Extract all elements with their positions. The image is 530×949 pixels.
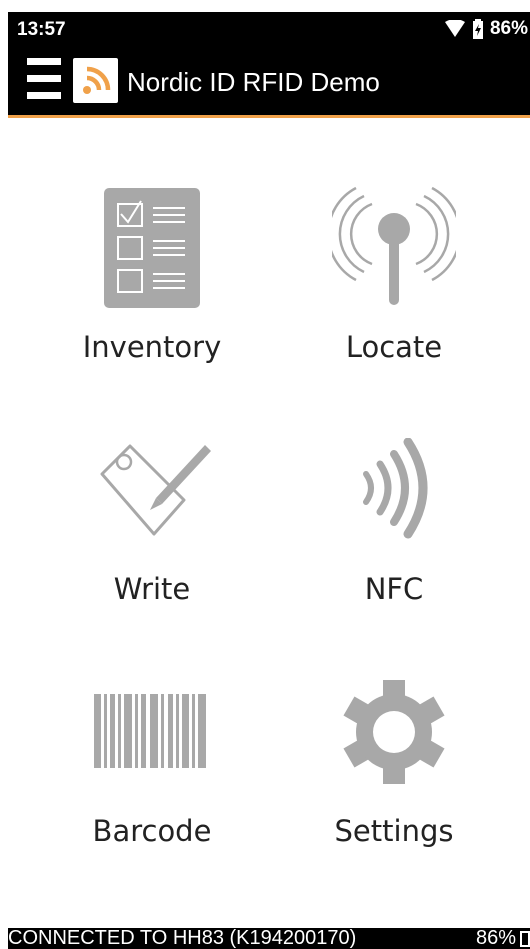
inventory-label: Inventory (82, 330, 222, 364)
app-bar-accent-line (8, 115, 530, 118)
nfc-button[interactable]: NFC (284, 412, 504, 632)
app-logo-icon (73, 58, 118, 103)
status-time: 13:57 (17, 19, 66, 40)
nfc-label: NFC (364, 572, 424, 606)
checklist-icon (104, 188, 200, 308)
write-label: Write (113, 572, 191, 606)
write-button[interactable]: Write (42, 412, 262, 632)
barcode-icon (94, 694, 206, 768)
nfc-icon (363, 438, 428, 539)
connection-status-text: CONNECTED TO HH83 (K194200170) (8, 927, 357, 949)
locate-label: Locate (345, 330, 443, 364)
reader-battery-text: 86% (475, 927, 516, 949)
status-indicators: 86% (444, 18, 528, 40)
app-title: Nordic ID RFID Demo (127, 67, 380, 97)
gear-icon (343, 680, 445, 784)
tag-write-icon (100, 444, 211, 536)
barcode-label: Barcode (92, 814, 212, 848)
inventory-button[interactable]: Inventory (42, 170, 262, 390)
connection-status-bar: CONNECTED TO HH83 (K194200170) 86% (8, 928, 530, 949)
battery-icon (472, 19, 483, 39)
wifi-icon (444, 20, 465, 37)
hamburger-menu-icon[interactable] (27, 58, 61, 100)
settings-button[interactable]: Settings (284, 654, 504, 874)
antenna-icon (332, 186, 456, 305)
barcode-button[interactable]: Barcode (42, 654, 262, 874)
locate-button[interactable]: Locate (284, 170, 504, 390)
settings-label: Settings (334, 814, 454, 848)
status-battery-text: 86% (489, 18, 528, 39)
reader-battery-icon (520, 931, 530, 947)
